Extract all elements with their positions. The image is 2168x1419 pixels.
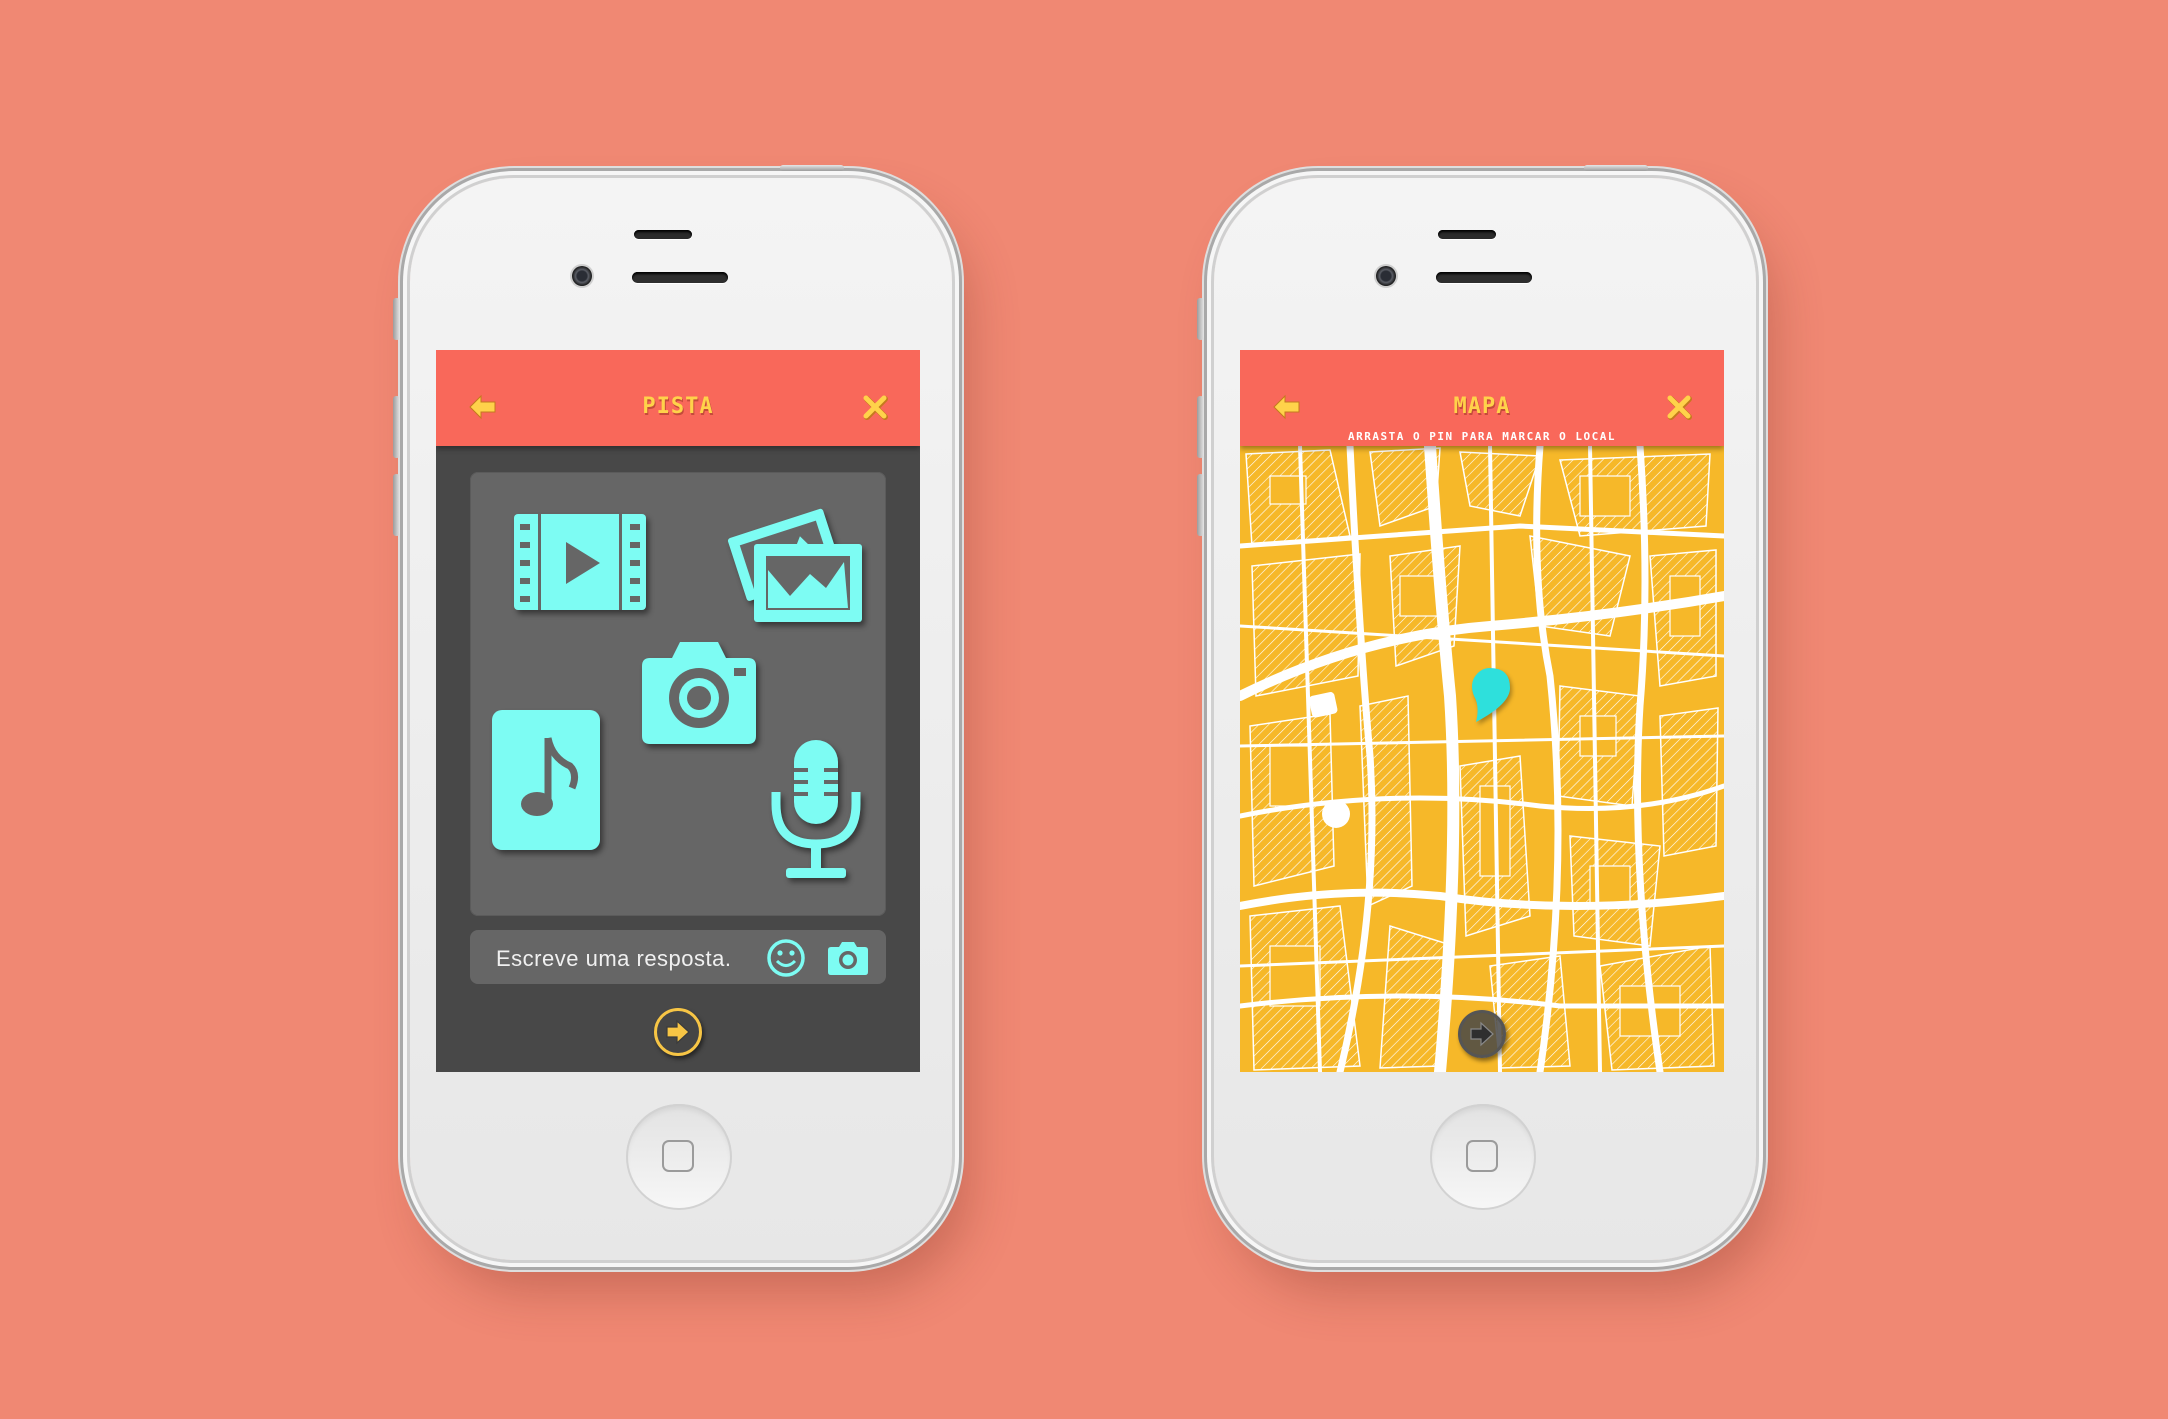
volume-up-button — [393, 396, 400, 458]
mute-switch — [393, 298, 400, 340]
camera-icon — [828, 942, 868, 975]
map-pin-icon — [1472, 668, 1510, 722]
arrow-right-circle-icon — [666, 1019, 690, 1045]
front-camera — [572, 266, 592, 286]
scene: PISTA Escreve uma resposta. MAPA ARRASTA… — [0, 0, 2168, 1419]
add-video-button[interactable] — [514, 514, 646, 610]
page-title: MAPA — [1453, 394, 1511, 419]
power-button — [1584, 165, 1648, 171]
close-button[interactable] — [1666, 394, 1692, 420]
next-button[interactable] — [654, 1008, 702, 1056]
home-button — [1430, 1104, 1536, 1210]
phone-pista: PISTA Escreve uma resposta. — [393, 165, 952, 1260]
attach-photo-button[interactable] — [826, 940, 870, 976]
front-camera — [1376, 266, 1396, 286]
next-button[interactable] — [1458, 1010, 1506, 1058]
speaker-grille — [1436, 272, 1532, 283]
close-button[interactable] — [862, 394, 888, 420]
page-subtitle: ARRASTA O PIN PARA MARCAR O LOCAL — [1347, 430, 1617, 443]
screen-mapa: MAPA ARRASTA O PIN PARA MARCAR O LOCAL — [1240, 350, 1724, 1072]
power-button — [780, 165, 844, 171]
take-photo-button[interactable] — [634, 638, 764, 748]
city-map[interactable] — [1240, 446, 1724, 1072]
smiley-icon — [767, 939, 805, 977]
mute-switch — [1197, 298, 1204, 340]
map-pin[interactable] — [1466, 666, 1514, 726]
speaker-grille — [632, 272, 728, 283]
add-music-button[interactable] — [492, 710, 600, 850]
music-note-icon — [492, 710, 600, 850]
page-title: PISTA — [642, 394, 714, 419]
microphone-icon — [771, 740, 861, 878]
volume-up-button — [1197, 396, 1204, 458]
header-bar: MAPA ARRASTA O PIN PARA MARCAR O LOCAL — [1240, 350, 1724, 446]
answer-input-bar[interactable]: Escreve uma resposta. — [470, 930, 886, 984]
home-button — [626, 1104, 732, 1210]
screen-pista: PISTA Escreve uma resposta. — [436, 350, 920, 1072]
photos-icon — [727, 508, 862, 622]
add-photos-button[interactable] — [724, 492, 864, 632]
header-bar: PISTA — [436, 350, 920, 446]
street-map — [1240, 446, 1724, 1072]
record-audio-button[interactable] — [766, 740, 866, 882]
earpiece — [1438, 230, 1496, 239]
video-icon — [514, 514, 646, 610]
emoji-button[interactable] — [766, 938, 806, 978]
volume-down-button — [393, 474, 400, 536]
close-icon — [1667, 395, 1692, 420]
earpiece — [634, 230, 692, 239]
media-panel — [470, 472, 886, 916]
close-icon — [863, 395, 888, 420]
answer-input[interactable]: Escreve uma resposta. — [496, 946, 731, 972]
arrow-right-circle-icon — [1470, 1021, 1494, 1047]
camera-icon — [642, 642, 756, 744]
phone-mapa: MAPA ARRASTA O PIN PARA MARCAR O LOCAL — [1197, 165, 1756, 1260]
volume-down-button — [1197, 474, 1204, 536]
